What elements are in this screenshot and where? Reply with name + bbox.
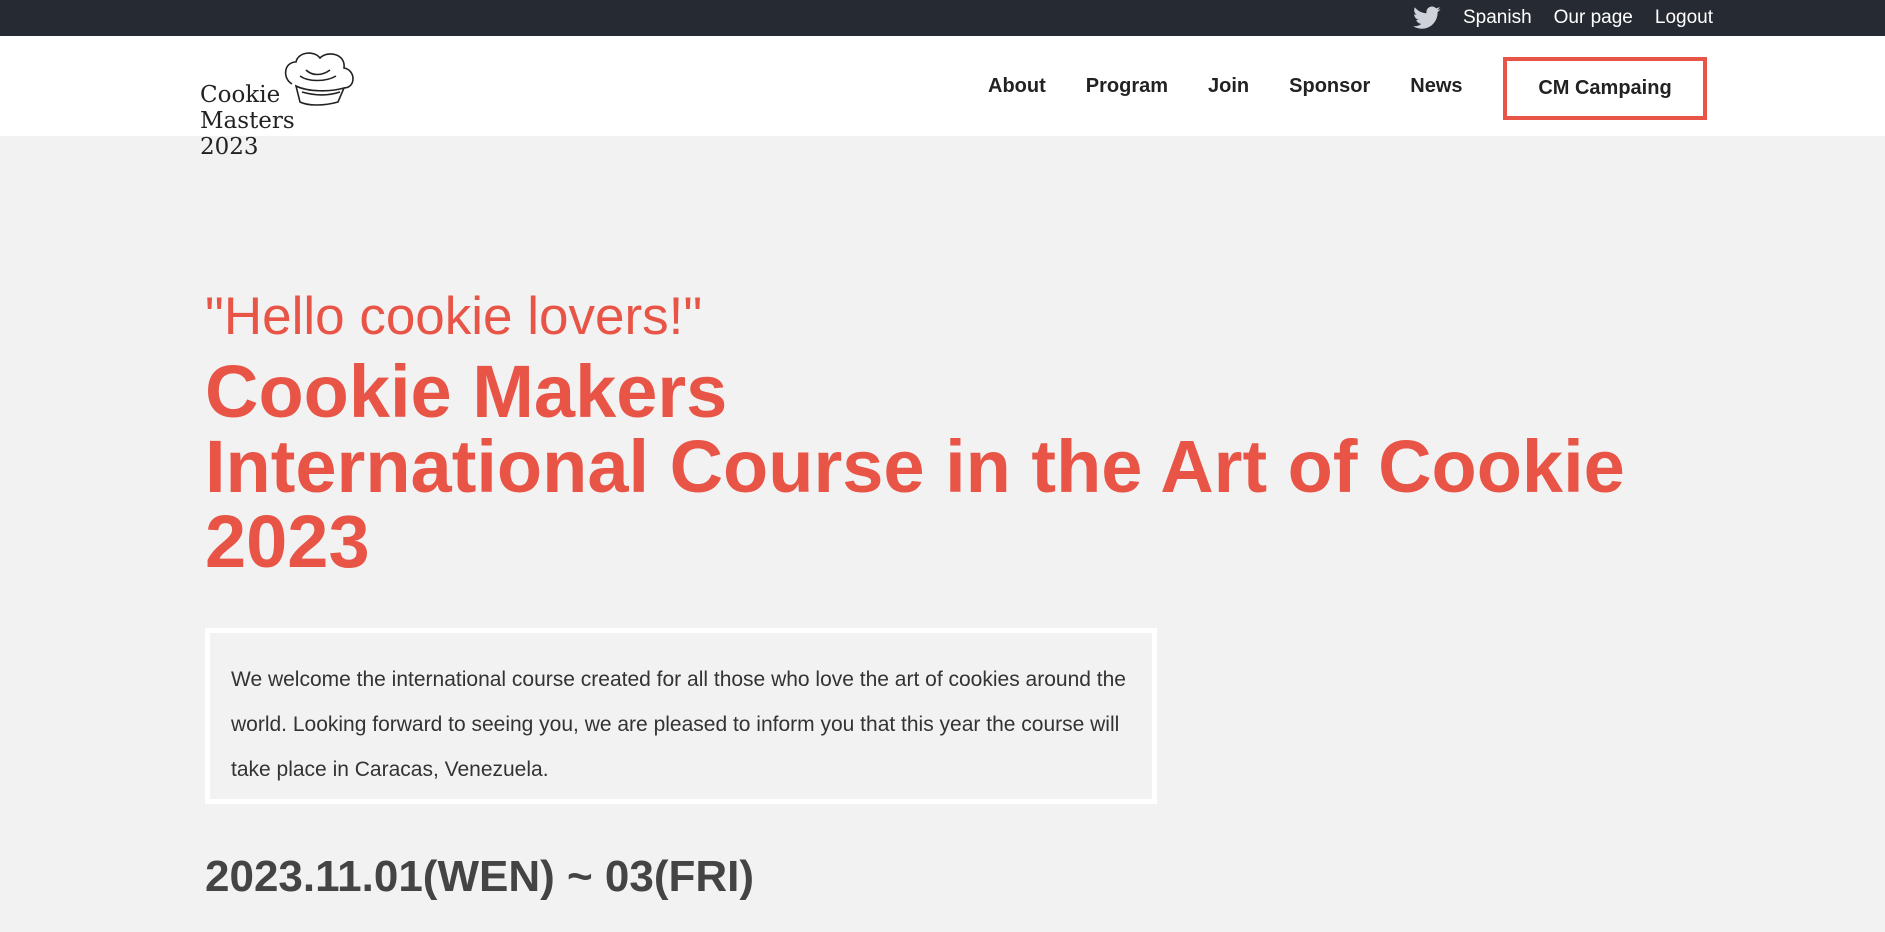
twitter-icon[interactable]: [1412, 6, 1441, 30]
hero-greeting: "Hello cookie lovers!": [205, 287, 703, 346]
header: Cookie Masters 2023 About Program Join S…: [0, 36, 1885, 160]
welcome-box: We welcome the international course crea…: [205, 628, 1157, 804]
cm-campaing-button[interactable]: CM Campaing: [1503, 57, 1707, 120]
logo-line-2: Masters 2023: [200, 108, 295, 160]
our-page-link[interactable]: Our page: [1554, 7, 1633, 29]
top-bar: Spanish Our page Logout: [0, 0, 1885, 36]
site-logo[interactable]: Cookie Masters 2023: [200, 48, 360, 160]
logo-text: Cookie Masters 2023: [200, 82, 360, 160]
hero-title: Cookie Makers International Course in th…: [205, 354, 1705, 579]
nav-item-sponsor[interactable]: Sponsor: [1289, 75, 1370, 98]
nav-item-join[interactable]: Join: [1208, 75, 1249, 98]
main-nav: About Program Join Sponsor News: [988, 36, 1463, 136]
hero-title-line-1: Cookie Makers: [205, 350, 728, 433]
hero-title-line-2: International Course in the Art of Cooki…: [205, 425, 1625, 508]
top-bar-links: Spanish Our page Logout: [1412, 0, 1713, 36]
event-dates: 2023.11.01(WEN) ~ 03(FRI): [205, 852, 755, 901]
language-link-spanish[interactable]: Spanish: [1463, 7, 1532, 29]
nav-item-news[interactable]: News: [1410, 75, 1462, 98]
welcome-text: We welcome the international course crea…: [231, 668, 1126, 781]
logo-line-1: Cookie: [200, 82, 281, 108]
nav-item-program[interactable]: Program: [1086, 75, 1168, 98]
hero-title-line-3: 2023: [205, 500, 370, 583]
logout-link[interactable]: Logout: [1655, 7, 1713, 29]
nav-item-about[interactable]: About: [988, 75, 1046, 98]
hero: "Hello cookie lovers!" Cookie Makers Int…: [205, 286, 1705, 579]
